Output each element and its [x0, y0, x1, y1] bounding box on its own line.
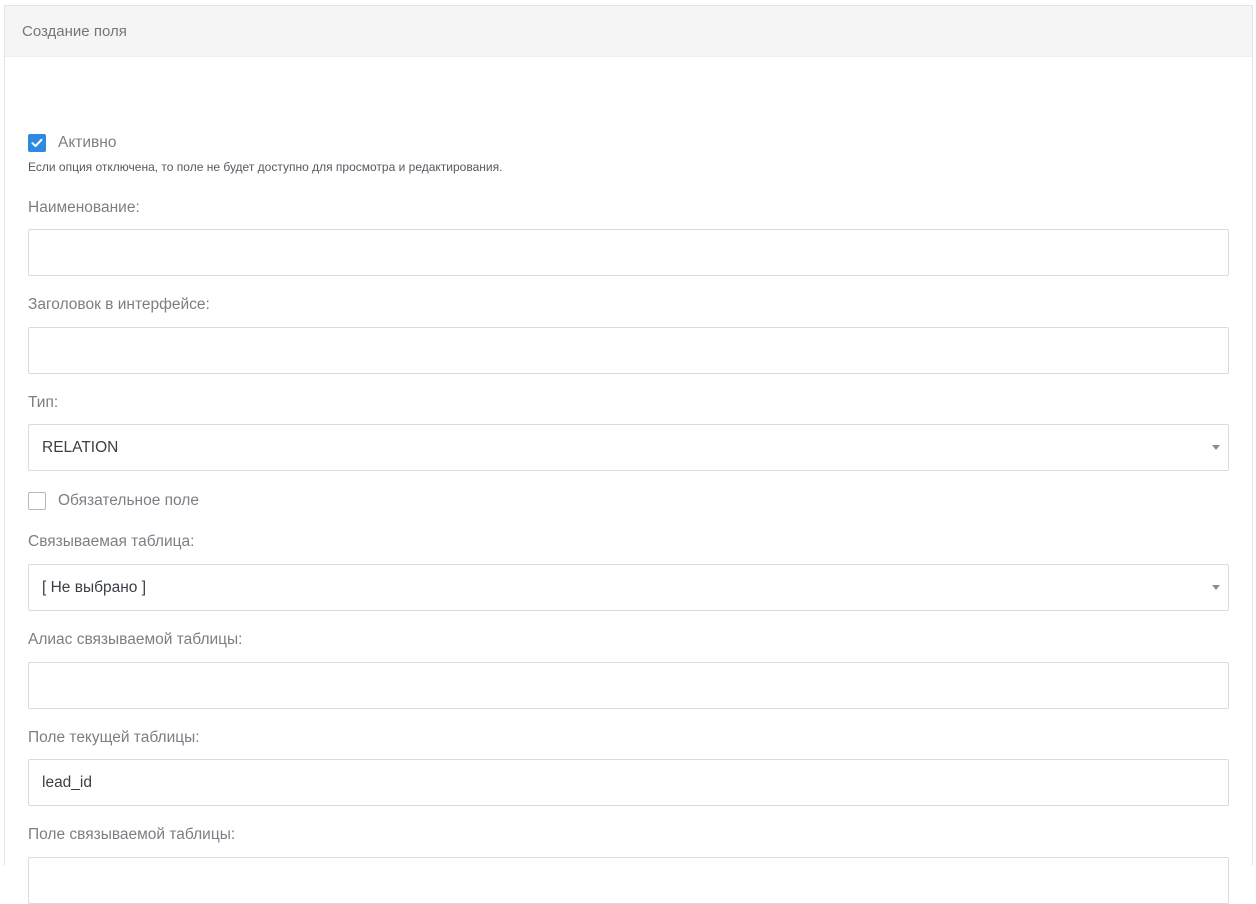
current-table-field-input[interactable] — [28, 759, 1229, 806]
name-input[interactable] — [28, 229, 1229, 276]
linked-table-field-label: Поле связываемой таблицы: — [28, 826, 236, 843]
check-icon — [31, 138, 43, 147]
type-select[interactable]: RELATION — [28, 424, 1229, 471]
active-label: Активно — [58, 134, 117, 151]
panel-title: Создание поля — [22, 23, 127, 40]
linked-table-alias-label: Алиас связываемой таблицы: — [28, 631, 243, 648]
interface-title-input[interactable] — [28, 327, 1229, 374]
linked-table-alias-input[interactable] — [28, 662, 1229, 709]
current-table-field-label: Поле текущей таблицы: — [28, 729, 200, 746]
name-label: Наименование: — [28, 199, 140, 216]
required-checkbox[interactable] — [28, 492, 46, 510]
type-selected-value: RELATION — [42, 439, 119, 456]
type-label: Тип: — [28, 394, 59, 411]
required-label: Обязательное поле — [58, 492, 199, 509]
interface-title-label: Заголовок в интерфейсе: — [28, 296, 210, 313]
linked-table-selected-value: [ Не выбрано ] — [42, 579, 147, 596]
active-checkbox[interactable] — [28, 134, 46, 152]
active-hint: Если опция отключена, то поле не будет д… — [28, 160, 503, 174]
required-option[interactable]: Обязательное поле — [28, 491, 199, 511]
linked-table-field-input[interactable] — [28, 857, 1229, 904]
active-option[interactable]: Активно — [28, 133, 116, 153]
chevron-down-icon — [1212, 585, 1220, 590]
panel-header: Создание поля — [5, 6, 1252, 57]
field-create-panel: Создание поля Активно Если опция отключе… — [4, 5, 1253, 904]
chevron-down-icon — [1212, 445, 1220, 450]
linked-table-select[interactable]: [ Не выбрано ] — [28, 564, 1229, 611]
linked-table-label: Связываемая таблица: — [28, 533, 195, 550]
